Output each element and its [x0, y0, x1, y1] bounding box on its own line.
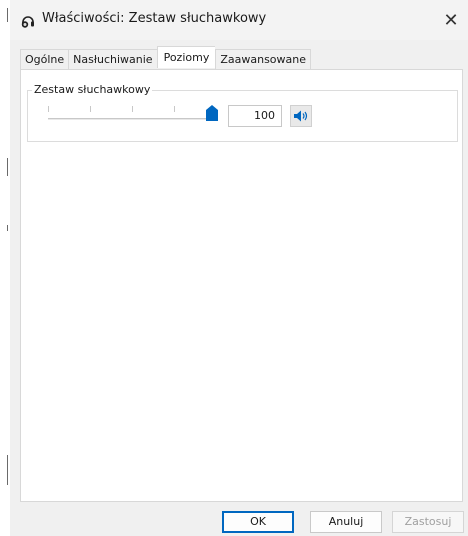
background-window-edge [0, 0, 10, 536]
volume-value-input[interactable]: 100 [228, 105, 282, 127]
close-button[interactable]: ✕ [434, 0, 468, 40]
tab-strip: Ogólne Nasłuchiwanie Poziomy Zaawansowan… [20, 46, 312, 69]
dialog-footer: OK Anuluj Zastosuj [10, 502, 468, 536]
properties-dialog: Właściwości: Zestaw słuchawkowy ✕ Ogólne… [0, 0, 468, 536]
volume-slider[interactable] [48, 105, 218, 121]
speaker-icon [294, 110, 308, 122]
tab-listen[interactable]: Nasłuchiwanie [68, 49, 157, 69]
tab-levels[interactable]: Poziomy [156, 46, 216, 68]
group-label: Zestaw słuchawkowy [32, 83, 153, 96]
tab-advanced[interactable]: Zaawansowane [215, 49, 312, 69]
headset-level-group: Zestaw słuchawkowy 100 [27, 83, 458, 142]
close-icon: ✕ [443, 9, 459, 31]
slider-thumb[interactable] [206, 105, 218, 121]
tab-general[interactable]: Ogólne [20, 49, 69, 69]
headset-icon [21, 16, 34, 28]
cancel-button[interactable]: Anuluj [310, 511, 382, 533]
mute-button[interactable] [290, 105, 312, 127]
ok-button[interactable]: OK [222, 511, 294, 533]
apply-button[interactable]: Zastosuj [392, 511, 464, 533]
levels-panel: Zestaw słuchawkowy 100 [20, 69, 463, 502]
window-title: Właściwości: Zestaw słuchawkowy [42, 11, 267, 26]
title-bar: Właściwości: Zestaw słuchawkowy ✕ [10, 0, 468, 40]
